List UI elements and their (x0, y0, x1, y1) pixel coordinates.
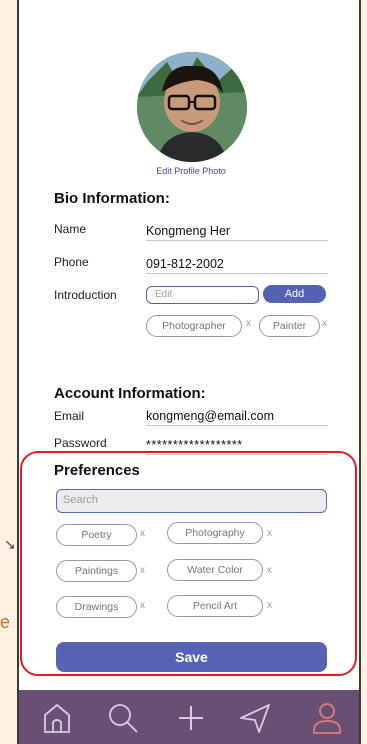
annotation-arrow: ↘ (4, 536, 16, 552)
search-icon[interactable] (105, 700, 141, 736)
home-icon[interactable] (39, 700, 75, 736)
pref-chip-paintings: Paintings (56, 560, 137, 582)
preferences-search-input[interactable]: Search (56, 489, 327, 513)
introduction-input[interactable]: Edit (146, 286, 259, 304)
edit-profile-photo-link[interactable]: Edit Profile Photo (19, 166, 359, 176)
bio-section-title: Bio Information: (54, 190, 170, 207)
pref-chip-poetry: Poetry (56, 524, 137, 546)
pref-chip-photography: Photography (167, 522, 263, 544)
remove-photography-icon[interactable]: x (267, 528, 272, 539)
name-label: Name (54, 222, 87, 236)
avatar-photo (137, 52, 247, 162)
send-icon[interactable] (237, 700, 273, 736)
remove-paintings-icon[interactable]: x (140, 565, 145, 576)
preferences-title: Preferences (54, 462, 140, 479)
password-label: Password (54, 436, 107, 450)
annotation-text-fragment: e (0, 612, 11, 632)
pref-chip-pencil-art: Pencil Art (167, 595, 263, 617)
remove-tag-painter-icon[interactable]: x (322, 318, 327, 329)
email-field[interactable]: kongmeng@email.com (146, 409, 328, 426)
save-button[interactable]: Save (56, 642, 327, 672)
plus-icon[interactable] (173, 700, 209, 736)
account-section-title: Account Information: (54, 385, 206, 402)
phone-field[interactable]: 091-812-2002 (146, 257, 328, 274)
remove-tag-photographer-icon[interactable]: x (246, 318, 251, 329)
phone-label: Phone (54, 255, 89, 269)
remove-drawings-icon[interactable]: x (140, 600, 145, 611)
avatar[interactable] (137, 52, 247, 162)
add-introduction-button[interactable]: Add (263, 285, 326, 303)
remove-pencil-art-icon[interactable]: x (267, 600, 272, 611)
remove-poetry-icon[interactable]: x (140, 528, 145, 539)
pref-chip-drawings: Drawings (56, 596, 137, 618)
phone-frame: Edit Profile Photo Bio Information: Name… (17, 0, 361, 744)
introduction-label: Introduction (54, 288, 117, 302)
name-field[interactable]: Kongmeng Her (146, 224, 328, 241)
email-label: Email (54, 409, 85, 423)
profile-icon[interactable] (309, 700, 345, 736)
pref-chip-water-color: Water Color (167, 559, 263, 581)
bio-tag-photographer: Photographer (146, 315, 242, 337)
remove-water-color-icon[interactable]: x (267, 565, 272, 576)
bio-tag-painter: Painter (259, 315, 320, 337)
password-field[interactable]: ****************** (146, 438, 328, 455)
